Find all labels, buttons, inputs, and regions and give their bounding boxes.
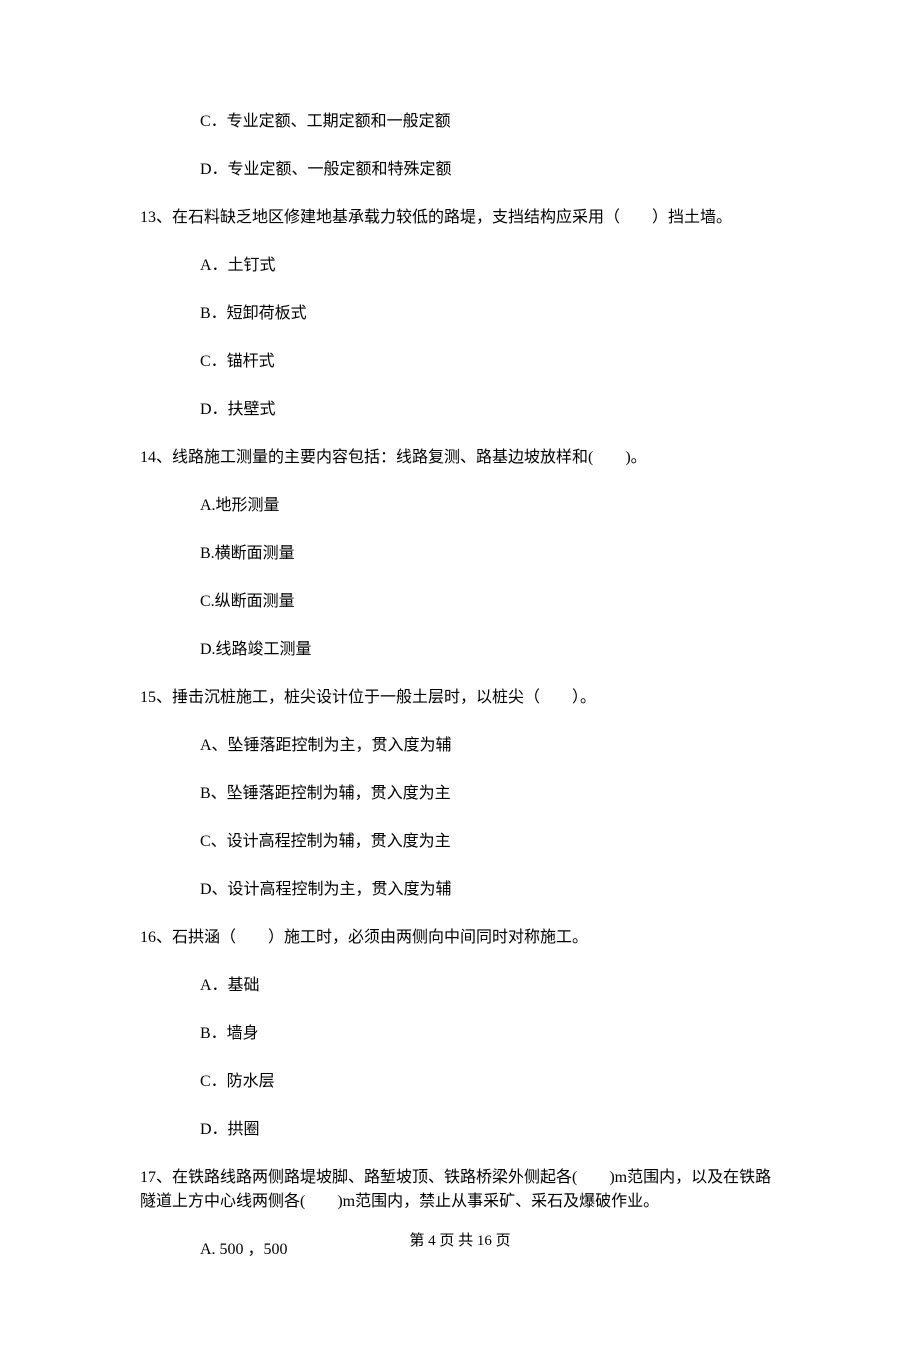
question-16-option-a: A．基础 <box>200 974 780 998</box>
question-14-option-c: C.纵断面测量 <box>200 590 780 614</box>
page-footer: 第 4 页 共 16 页 <box>0 1230 920 1253</box>
page-content: C．专业定额、工期定额和一般定额 D．专业定额、一般定额和特殊定额 13、在石料… <box>0 0 920 1346</box>
question-16-option-b: B．墙身 <box>200 1022 780 1046</box>
question-17-stem: 17、在铁路线路两侧路堤坡脚、路堑坡顶、铁路桥梁外侧起各( )m范围内，以及在铁… <box>140 1166 780 1214</box>
question-16-stem: 16、石拱涵（ ）施工时，必须由两侧向中间同时对称施工。 <box>140 926 780 950</box>
question-16-option-c: C．防水层 <box>200 1070 780 1094</box>
question-15-option-a: A、坠锤落距控制为主，贯入度为辅 <box>200 734 780 758</box>
question-14-option-a: A.地形测量 <box>200 494 780 518</box>
question-15-option-d: D、设计高程控制为主，贯入度为辅 <box>200 878 780 902</box>
question-14-stem: 14、线路施工测量的主要内容包括：线路复测、路基边坡放样和( )。 <box>140 446 780 470</box>
question-13-stem: 13、在石料缺乏地区修建地基承载力较低的路堤，支挡结构应采用（ ）挡土墙。 <box>140 206 780 230</box>
question-13-option-a: A．土钉式 <box>200 254 780 278</box>
orphan-option-c: C．专业定额、工期定额和一般定额 <box>200 110 780 134</box>
question-13-option-b: B．短卸荷板式 <box>200 302 780 326</box>
question-16-option-d: D．拱圈 <box>200 1118 780 1142</box>
question-15-option-c: C、设计高程控制为辅，贯入度为主 <box>200 830 780 854</box>
question-13-option-d: D．扶壁式 <box>200 398 780 422</box>
orphan-option-d: D．专业定额、一般定额和特殊定额 <box>200 158 780 182</box>
question-15-option-b: B、坠锤落距控制为辅，贯入度为主 <box>200 782 780 806</box>
question-14-option-b: B.横断面测量 <box>200 542 780 566</box>
question-14-option-d: D.线路竣工测量 <box>200 638 780 662</box>
question-13-option-c: C．锚杆式 <box>200 350 780 374</box>
question-15-stem: 15、捶击沉桩施工，桩尖设计位于一般土层时，以桩尖（ ）。 <box>140 686 780 710</box>
